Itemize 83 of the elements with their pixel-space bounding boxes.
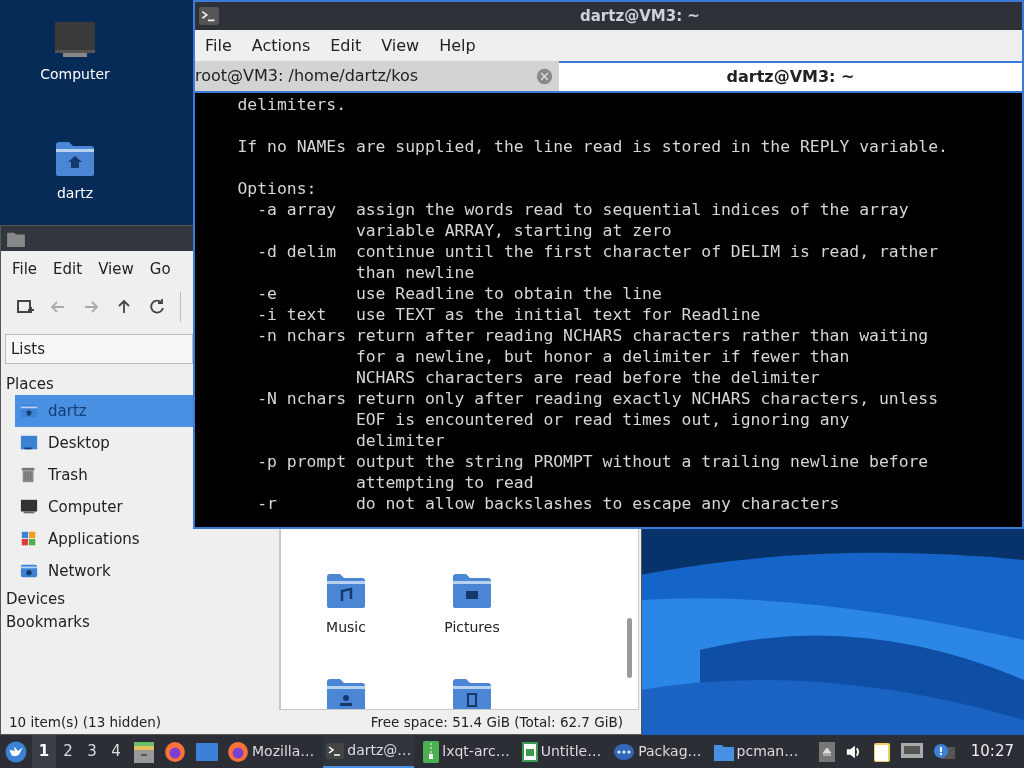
task-button[interactable]: Packag… (610, 735, 705, 768)
close-icon[interactable] (536, 67, 553, 85)
network-folder-icon (20, 562, 38, 580)
applications-icon (20, 530, 38, 548)
desktop-icon (20, 434, 38, 452)
sidebar-section[interactable]: Places (1, 373, 59, 395)
home-folder-icon (20, 402, 38, 420)
terminal-icon (199, 7, 219, 25)
terminal-line: NCHARS characters are read before the delimiter (354, 367, 820, 388)
sidebar-section[interactable]: Bookmarks (1, 611, 95, 633)
firefox-icon (227, 740, 249, 763)
show-desktop-icon[interactable] (196, 742, 218, 761)
terminal-line: EOF is encountered or read times out, ignoring any (354, 409, 850, 430)
status-text: 10 item(s) (13 hidden) (9, 712, 162, 732)
sidebar-item[interactable]: Trash (15, 459, 193, 491)
menu-item[interactable]: Edit (45, 257, 91, 281)
terminal-line: -a array assign the words read to sequential indices of the array (256, 199, 909, 220)
terminal-line: -p prompt output the string PROMPT without a trailing newline before (256, 451, 929, 472)
computer-icon (20, 498, 38, 516)
sidebar-item[interactable]: Computer (15, 491, 193, 523)
desktop-switch-button[interactable]: 1 (32, 735, 56, 768)
clock[interactable]: 10:27 (970, 740, 1014, 763)
terminal-line: -e use Readline to obtain the line (256, 283, 662, 304)
eject-icon[interactable] (818, 741, 835, 762)
desktop-icon-label[interactable]: dartz (56, 183, 94, 204)
terminal-line: -i text use TEXT as the initial text for Readline (256, 304, 761, 325)
desktop-switch-button[interactable]: 4 (104, 735, 128, 768)
folder-icon (713, 742, 734, 761)
file-cabinet-icon[interactable] (134, 740, 154, 763)
terminal-line: attempting to read (354, 472, 534, 493)
documents-folder-icon (452, 678, 492, 709)
terminal-line: If no NAMEs are supplied, the line read is stored in the REPLY variable. (236, 136, 948, 157)
desktop-switch-button[interactable]: 2 (56, 735, 80, 768)
terminal-line: Options: (236, 178, 317, 199)
terminal-line: -n nchars return after reading NCHARS characters rather than waiting (256, 325, 929, 346)
package-icon (613, 742, 636, 761)
computer-icon[interactable] (55, 22, 95, 58)
home-folder-icon (55, 141, 95, 177)
scrollbar-thumb[interactable] (627, 618, 632, 678)
firefox-icon[interactable] (164, 740, 186, 763)
spreadsheet-icon (521, 741, 538, 762)
terminal-line: -N nchars return only after reading exactly NCHARS characters, unless (256, 388, 939, 409)
sidebar-item[interactable]: Desktop (15, 427, 193, 459)
terminal-icon (326, 742, 345, 759)
terminal-line: variable ARRAY, starting at zero (354, 220, 672, 241)
sidebar-item[interactable]: Network (15, 555, 193, 587)
bird-logo-icon[interactable] (5, 740, 27, 763)
menu-item[interactable]: Actions (241, 33, 321, 58)
menu-item[interactable]: Help (429, 33, 486, 58)
terminal-line: -d delim continue until the first character of DELIM is read, rather (256, 241, 939, 262)
user-folder-icon (326, 678, 366, 709)
folder-label[interactable]: Pictures (444, 617, 500, 638)
task-button[interactable]: Mozilla… (224, 735, 318, 768)
tab[interactable]: root@VM3: /home/dartz/kos (195, 61, 559, 91)
window-title: dartz@VM3: ~ (580, 5, 700, 27)
folder-label[interactable]: Music (326, 617, 366, 638)
menu-item[interactable]: View (371, 33, 430, 58)
side-pane-dropdown[interactable]: Lists (5, 334, 193, 364)
sidebar-item[interactable]: Applications (15, 523, 193, 555)
archive-icon (423, 740, 440, 763)
notification-icon[interactable] (932, 742, 955, 761)
pictures-folder-icon (452, 573, 492, 609)
music-folder-icon (326, 573, 366, 609)
menu-item[interactable]: View (90, 257, 142, 281)
task-button[interactable]: lxqt-arc… (420, 735, 513, 768)
task-button[interactable]: pcman… (710, 735, 802, 768)
menu-item[interactable]: Edit (320, 33, 372, 58)
status-text: Free space: 51.4 GiB (Total: 62.7 GiB) (370, 712, 623, 732)
sidebar-section[interactable]: Devices (1, 588, 71, 610)
terminal-line: delimiter (354, 430, 445, 451)
tab[interactable]: dartz@VM3: ~ (559, 61, 1022, 91)
menu-item[interactable]: File (195, 33, 242, 58)
menu-item[interactable]: File (4, 257, 46, 281)
folder-icon (7, 230, 25, 247)
terminal-line: than newline (354, 262, 475, 283)
terminal-line: -r do not allow backslashes to escape any characters (256, 493, 840, 514)
menu-item[interactable]: Go (141, 257, 179, 281)
task-button[interactable]: Untitle… (518, 735, 605, 768)
desktop-icon-label[interactable]: Computer (40, 64, 110, 85)
terminal-line: for a newline, but honor a delimiter if fewer than (354, 346, 850, 367)
task-button[interactable]: dartz@… (323, 735, 415, 768)
terminal-line: delimiters. (236, 94, 347, 115)
desktop-switch-button[interactable]: 3 (80, 735, 104, 768)
